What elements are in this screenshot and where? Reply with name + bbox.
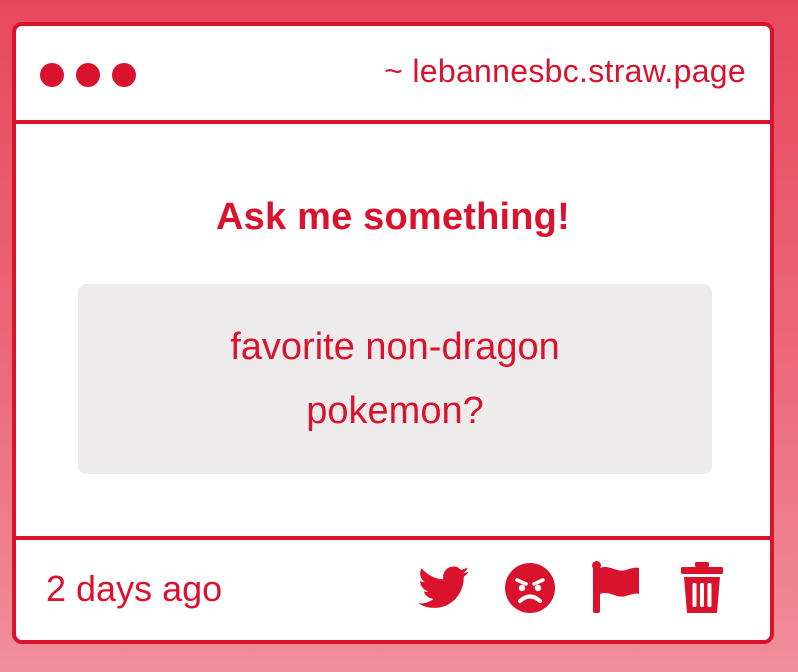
share-twitter-button[interactable] xyxy=(418,562,470,614)
question-card: ~ lebannesbc.straw.page Ask me something… xyxy=(12,22,774,644)
window-dot xyxy=(40,63,64,87)
window-titlebar: ~ lebannesbc.straw.page xyxy=(16,26,770,124)
question-text: favorite non-dragon pokemon? xyxy=(230,326,560,432)
delete-button[interactable] xyxy=(676,562,728,614)
twitter-icon xyxy=(418,566,470,608)
flag-icon xyxy=(592,561,639,613)
report-button[interactable] xyxy=(590,561,642,614)
react-angry-button[interactable] xyxy=(504,562,556,614)
site-domain[interactable]: ~ lebannesbc.straw.page xyxy=(384,53,746,90)
trash-icon xyxy=(681,562,723,613)
timestamp: 2 days ago xyxy=(46,568,223,609)
angry-face-icon xyxy=(505,563,555,613)
main-content: Ask me something! favorite non-dragon po… xyxy=(16,124,770,536)
action-bar xyxy=(418,561,728,614)
window-dot xyxy=(112,63,136,87)
question-box: favorite non-dragon pokemon? xyxy=(78,284,712,474)
window-dot xyxy=(76,63,100,87)
page-title: Ask me something! xyxy=(216,196,570,238)
window-controls xyxy=(40,63,136,87)
card-footer: 2 days ago xyxy=(16,536,770,640)
